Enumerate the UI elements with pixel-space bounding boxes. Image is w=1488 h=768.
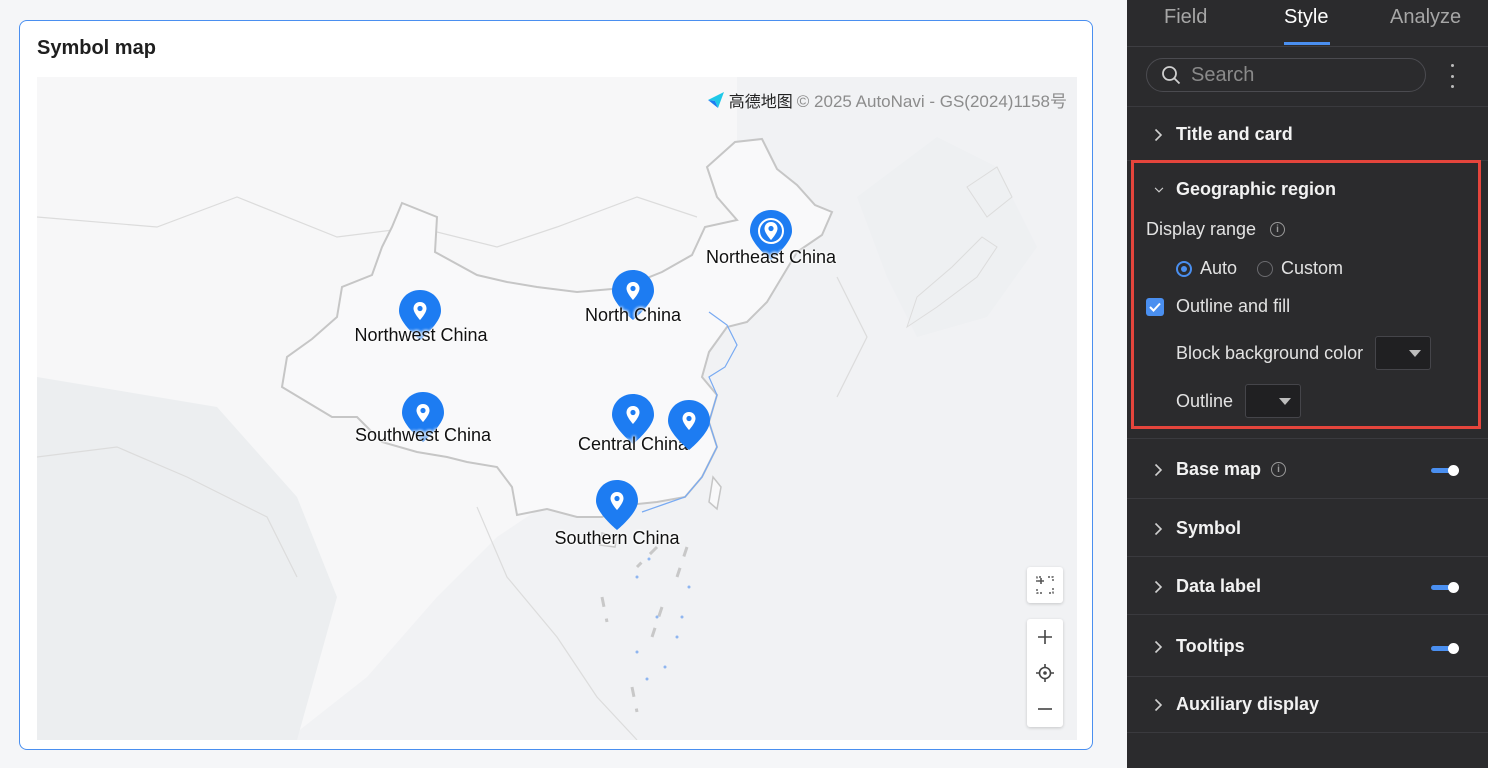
section-auxiliary-display[interactable]: Auxiliary display [1127,676,1488,733]
region-label: Southwest China [354,425,492,445]
search-icon [1162,66,1181,85]
tab-field[interactable]: Field [1164,6,1207,29]
card-title: Symbol map [37,37,156,59]
zoom-in-button[interactable] [1027,619,1063,655]
map-pin-icon [596,480,638,530]
map-pin-icon [668,400,710,450]
map-attribution: 高德地图 © 2025 AutoNavi - GS(2024)1158号 [706,87,1067,112]
region-label: Southern China [554,528,680,548]
base-map-toggle[interactable] [1431,464,1459,476]
fit-view-icon [1036,576,1054,594]
section-label: Auxiliary display [1176,694,1320,714]
chevron-right-icon [1154,639,1164,655]
region-label: Northwest China [354,325,488,345]
info-icon[interactable]: i [1271,462,1287,477]
section-label: Title and card [1176,124,1293,144]
fit-view-button[interactable] [1027,567,1063,603]
region-label: North China [584,305,682,325]
more-options-icon[interactable] [1445,64,1459,88]
active-tab-indicator [1284,42,1330,45]
plus-icon [1038,630,1052,644]
amap-logo: 高德地图 [706,88,793,112]
locate-icon [1036,664,1054,682]
minus-icon [1038,708,1052,710]
locate-button[interactable] [1027,655,1063,691]
chart-card: Symbol map 高德地图 © 2025 AutoNavi - GS(202… [19,20,1093,750]
section-label: Symbol [1176,518,1242,538]
section-base-map[interactable]: Base map i [1127,438,1488,499]
section-label: Tooltips [1176,636,1245,656]
tooltips-toggle[interactable] [1431,642,1459,654]
attribution-text: © 2025 AutoNavi - GS(2024)1158号 [796,92,1067,111]
data-label-toggle[interactable] [1431,581,1459,593]
map-canvas[interactable]: 高德地图 © 2025 AutoNavi - GS(2024)1158号 Nor… [37,77,1077,740]
chevron-right-icon [1154,127,1164,143]
section-title-card[interactable]: Title and card [1127,106,1488,161]
chevron-right-icon [1154,521,1164,537]
geographic-region-highlight [1131,160,1481,429]
chevron-right-icon [1154,579,1164,595]
panel-divider [1127,732,1488,734]
map-basemap [37,77,1077,740]
search-box[interactable] [1146,58,1426,92]
section-tooltips[interactable]: Tooltips [1127,614,1488,677]
section-symbol[interactable]: Symbol [1127,498,1488,557]
tab-analyze[interactable]: Analyze [1390,6,1461,29]
chevron-right-icon [1154,697,1164,713]
zoom-controls [1027,619,1063,727]
tab-style[interactable]: Style [1284,6,1328,29]
region-label: Northeast China [705,247,837,267]
section-label: Data label [1176,576,1262,596]
amap-logo-icon [707,91,724,108]
pin-icon[interactable] [595,479,639,531]
pin-icon[interactable] [667,399,711,451]
section-label: Base map [1176,459,1262,479]
section-data-label[interactable]: Data label [1127,556,1488,615]
panel-tabs: Field Style Analyze [1127,0,1488,47]
chevron-right-icon [1154,462,1164,478]
amap-logo-text: 高德地图 [728,93,793,111]
search-input[interactable] [1191,63,1401,87]
zoom-out-button[interactable] [1027,691,1063,727]
